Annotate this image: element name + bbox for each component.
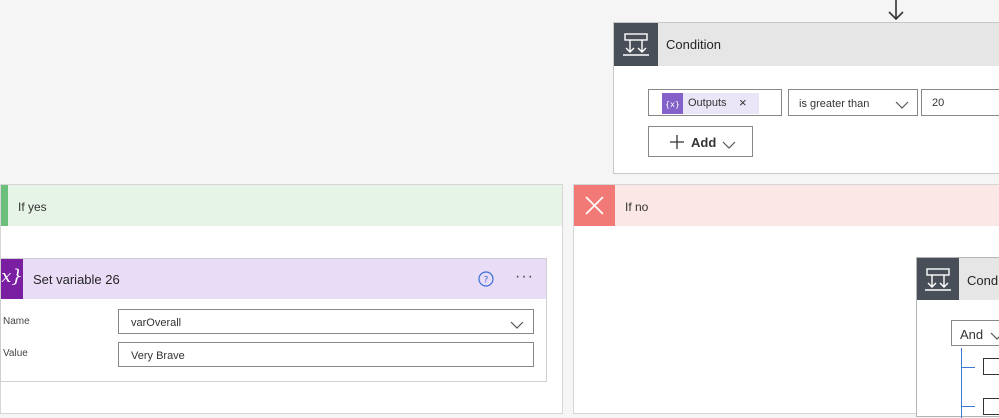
condition-tree-branch [961,406,975,407]
condition-tree-line [961,348,962,418]
if-no-label: If no [625,200,649,214]
variable-name-dropdown[interactable]: varOverall [118,309,534,334]
condition-title: Condition [666,37,721,52]
if-no-header: If no [574,185,999,226]
yes-accent-strip [1,185,8,226]
operand-value: 20 [932,97,945,109]
operator-dropdown[interactable]: is greater than [788,89,918,116]
more-icon[interactable]: ··· [515,268,534,286]
close-icon [574,185,615,226]
variable-icon-glyph: x} [1,266,23,287]
add-button[interactable]: Add [648,126,753,157]
condition-icon [614,23,658,66]
checkbox-icon[interactable] [983,398,999,415]
chevron-down-icon [510,317,524,335]
condition-left-operand[interactable]: {x} Outputs × [648,89,782,116]
set-variable-title: Set variable 26 [33,272,120,287]
svg-text:{x}: {x} [665,100,680,109]
condition-header[interactable]: Condition [614,23,999,66]
svg-text:?: ? [484,276,489,286]
chevron-down-icon [895,97,909,115]
variable-value-input[interactable]: Very Brave [118,342,534,367]
help-icon[interactable]: ? [478,271,494,292]
nested-condition-card: Condition And [916,257,999,418]
chevron-down-icon [722,137,736,155]
plus-icon [669,134,685,155]
variable-icon: x} [1,259,23,299]
value-label: Value [3,348,28,359]
set-variable-card: x} Set variable 26 ? ··· Name varOverall… [0,258,547,382]
condition-right-operand[interactable]: 20 [921,89,999,116]
chevron-down-icon [990,328,999,346]
dynamic-content-token[interactable]: {x} Outputs × [662,93,759,114]
if-yes-label: If yes [18,200,47,214]
set-variable-header[interactable]: x} Set variable 26 ? ··· [1,259,546,299]
condition-icon [917,258,959,300]
close-icon[interactable]: × [739,96,747,110]
token-label: Outputs [688,97,727,109]
name-label: Name [3,316,30,327]
condition-tree-branch [961,367,975,368]
variable-name-value: varOverall [131,317,182,329]
if-yes-header: If yes [1,185,562,226]
nested-condition-title: Condition [967,273,999,288]
variable-token-icon: {x} [662,93,683,114]
variable-value-text: Very Brave [131,350,185,362]
nested-condition-header[interactable]: Condition [917,258,999,300]
operator-value: is greater than [799,98,870,110]
condition-card: Condition {x} Outputs × is greater than … [613,22,999,174]
checkbox-icon[interactable] [983,358,999,375]
group-operator-dropdown[interactable]: And [951,320,999,346]
add-label: Add [691,135,717,150]
group-operator-value: And [960,327,984,342]
